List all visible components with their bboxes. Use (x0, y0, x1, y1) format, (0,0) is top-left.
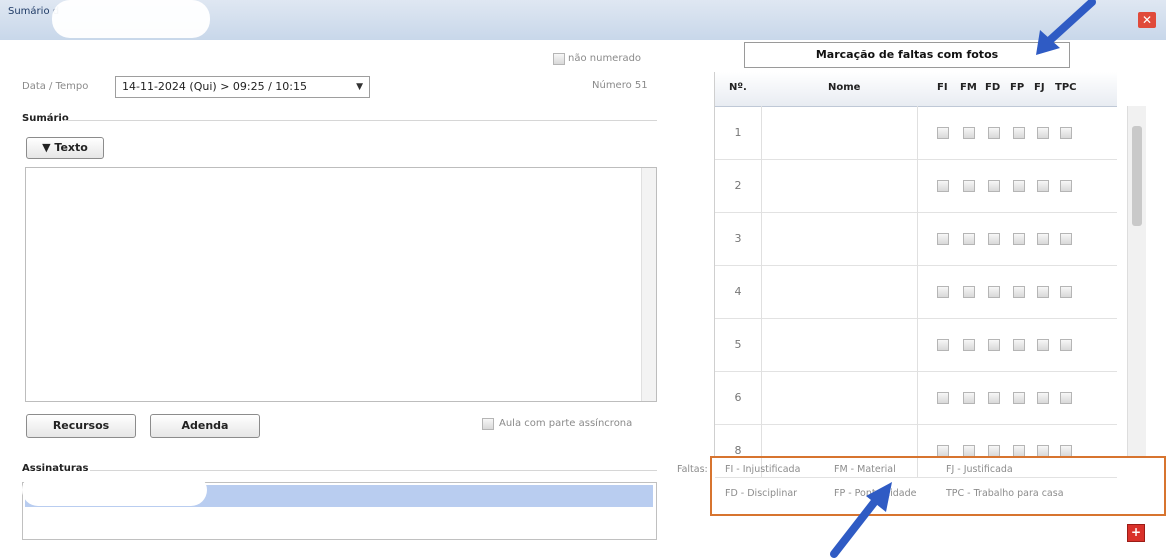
faltas-grid: Nº. Nome FI FM FD FP FJ TPC 1234568 (714, 72, 1131, 478)
close-icon[interactable]: ✕ (1138, 12, 1156, 28)
callout-arrow-icon (830, 482, 892, 558)
table-row: 6 (715, 371, 1117, 425)
col-fd: FD (985, 82, 1001, 93)
aula-assincrona-label: Aula com parte assíncrona (499, 418, 633, 429)
sumario-textarea[interactable] (25, 167, 657, 402)
falta-checkbox-tpc[interactable] (1060, 180, 1072, 192)
date-label: Data / Tempo (22, 81, 89, 92)
falta-checkbox-fj[interactable] (1037, 392, 1049, 404)
row-number: 4 (715, 265, 762, 318)
table-row: 3 (715, 212, 1117, 266)
falta-checkbox-fp[interactable] (1013, 286, 1025, 298)
legend-fm: FM - Material (834, 464, 896, 475)
col-fj: FJ (1034, 82, 1045, 93)
falta-checkbox-fm[interactable] (963, 127, 975, 139)
grid-header: Nº. Nome FI FM FD FP FJ TPC (715, 72, 1117, 107)
col-fp: FP (1010, 82, 1025, 93)
falta-checkbox-fd[interactable] (988, 233, 1000, 245)
falta-checkbox-tpc[interactable] (1060, 286, 1072, 298)
redaction-blur (52, 0, 210, 38)
row-name (762, 106, 918, 159)
falta-checkbox-fp[interactable] (1013, 339, 1025, 351)
falta-checkbox-fp[interactable] (1013, 127, 1025, 139)
marcacao-faltas-fotos-button[interactable]: Marcação de faltas com fotos (744, 42, 1070, 68)
textarea-scrollbar[interactable] (641, 168, 656, 401)
falta-checkbox-fj[interactable] (1037, 286, 1049, 298)
legend-fi: FI - Injustificada (725, 464, 801, 475)
add-icon[interactable]: + (1127, 524, 1145, 542)
date-select[interactable]: 14-11-2024 (Qui) > 09:25 / 10:15 ▼ (115, 76, 370, 98)
falta-checkbox-fm[interactable] (963, 286, 975, 298)
falta-checkbox-tpc[interactable] (1060, 392, 1072, 404)
col-fm: FM (960, 82, 977, 93)
falta-checkbox-fj[interactable] (1037, 233, 1049, 245)
falta-checkbox-fj[interactable] (1037, 180, 1049, 192)
numero-label: Número 51 (592, 80, 648, 91)
legend-prefix: Faltas: (677, 464, 708, 475)
falta-checkbox-fj[interactable] (1037, 127, 1049, 139)
falta-checkbox-fi[interactable] (937, 180, 949, 192)
falta-checkbox-fd[interactable] (988, 127, 1000, 139)
date-select-value: 14-11-2024 (Qui) > 09:25 / 10:15 (122, 80, 308, 93)
adenda-button[interactable]: Adenda (150, 414, 260, 438)
falta-checkbox-tpc[interactable] (1060, 233, 1072, 245)
nao-numerado-label: não numerado (568, 53, 642, 64)
row-name (762, 318, 918, 371)
falta-checkbox-fp[interactable] (1013, 392, 1025, 404)
col-numero: Nº. (729, 82, 747, 93)
legend-tpc: TPC - Trabalho para casa (946, 488, 1064, 499)
legend-fj: FJ - Justificada (946, 464, 1013, 475)
row-name (762, 265, 918, 318)
falta-checkbox-fd[interactable] (988, 339, 1000, 351)
falta-checkbox-tpc[interactable] (1060, 127, 1072, 139)
table-row: 4 (715, 265, 1117, 319)
aula-assincrona-checkbox[interactable] (482, 418, 494, 430)
falta-checkbox-fp[interactable] (1013, 233, 1025, 245)
falta-checkbox-fm[interactable] (963, 392, 975, 404)
row-name (762, 159, 918, 212)
table-row: 2 (715, 159, 1117, 213)
falta-checkbox-fm[interactable] (963, 233, 975, 245)
falta-checkbox-fi[interactable] (937, 127, 949, 139)
falta-checkbox-fd[interactable] (988, 392, 1000, 404)
row-number: 5 (715, 318, 762, 371)
row-number: 6 (715, 371, 762, 424)
falta-checkbox-fj[interactable] (1037, 339, 1049, 351)
falta-checkbox-fi[interactable] (937, 339, 949, 351)
row-name (762, 371, 918, 424)
sumario-heading: Sumário (22, 113, 69, 124)
row-number: 2 (715, 159, 762, 212)
row-name (762, 212, 918, 265)
callout-arrow-icon (1036, 0, 1096, 55)
texto-toggle-button[interactable]: ▼ Texto (26, 137, 104, 159)
grid-scrollbar[interactable] (1127, 106, 1146, 456)
divider (64, 120, 657, 121)
divider (90, 470, 657, 471)
falta-checkbox-fd[interactable] (988, 286, 1000, 298)
row-number: 3 (715, 212, 762, 265)
table-row: 5 (715, 318, 1117, 372)
falta-checkbox-fm[interactable] (963, 180, 975, 192)
falta-checkbox-fi[interactable] (937, 233, 949, 245)
assinaturas-heading: Assinaturas (22, 463, 89, 474)
col-tpc: TPC (1055, 82, 1077, 93)
falta-checkbox-tpc[interactable] (1060, 339, 1072, 351)
col-fi: FI (937, 82, 948, 93)
table-row: 1 (715, 106, 1117, 160)
redaction-blur (22, 474, 207, 506)
grid-scrollbar-thumb[interactable] (1132, 126, 1142, 226)
legend-fd: FD - Disciplinar (725, 488, 798, 499)
falta-checkbox-fm[interactable] (963, 339, 975, 351)
chevron-down-icon[interactable]: ▼ (356, 77, 363, 97)
col-nome: Nome (828, 82, 861, 93)
falta-checkbox-fi[interactable] (937, 286, 949, 298)
row-number: 1 (715, 106, 762, 159)
falta-checkbox-fp[interactable] (1013, 180, 1025, 192)
falta-checkbox-fi[interactable] (937, 392, 949, 404)
recursos-button[interactable]: Recursos (26, 414, 136, 438)
nao-numerado-checkbox[interactable] (553, 53, 565, 65)
falta-checkbox-fd[interactable] (988, 180, 1000, 192)
